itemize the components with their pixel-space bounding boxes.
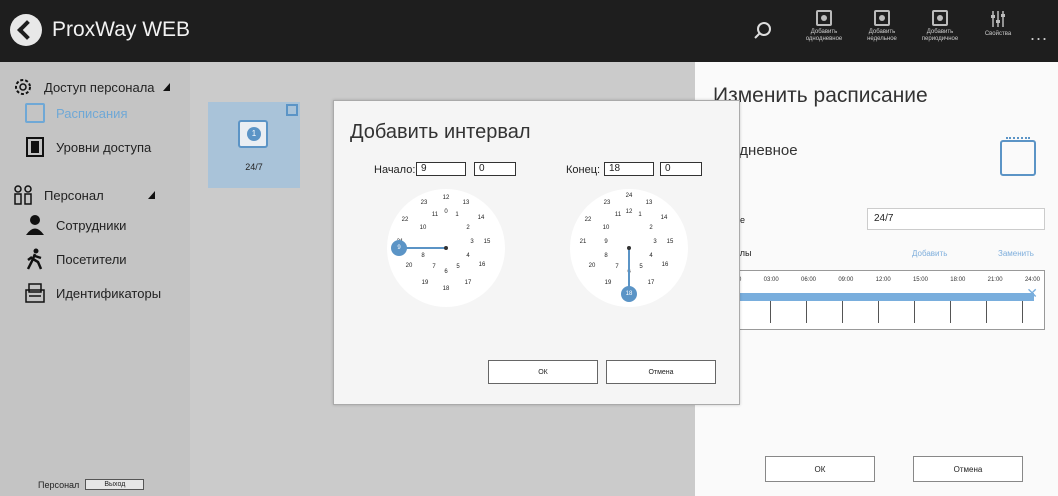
end-hour-input[interactable]: 18 bbox=[604, 162, 654, 176]
replace-interval-link[interactable]: Заменить bbox=[998, 249, 1034, 258]
end-hour-clock[interactable]: 24 13 14 15 16 17 19 20 21 22 23 12 1 2 … bbox=[570, 189, 688, 307]
selected-hour[interactable]: 18 bbox=[621, 286, 637, 302]
calendar-icon: 1 bbox=[238, 120, 268, 148]
add-interval-dialog: Добавить интервал Начало: 9 0 Конец: 18 … bbox=[333, 100, 740, 405]
selected-hour[interactable]: 9 bbox=[391, 240, 407, 256]
timeline-ticks: 0 03:00 06:00 09:00 12:00 15:00 18:00 21… bbox=[738, 277, 1040, 283]
interval-bar[interactable] bbox=[734, 293, 1034, 301]
sidebar-item-access-levels[interactable]: Уровни доступа bbox=[24, 136, 151, 158]
dialog-ok-button[interactable]: ОК bbox=[488, 360, 598, 384]
card-reader-icon bbox=[25, 283, 45, 303]
timeline-tick bbox=[914, 301, 915, 323]
end-label: Конец: bbox=[566, 164, 601, 176]
start-hour-input[interactable]: 9 bbox=[416, 162, 466, 176]
timeline-tick bbox=[986, 301, 987, 323]
timeline-tick bbox=[878, 301, 879, 323]
properties-button[interactable]: Свойства bbox=[972, 10, 1024, 54]
sidebar-footer: Персонал Выход bbox=[38, 479, 145, 490]
timeline-tick bbox=[806, 301, 807, 323]
tile-checkbox[interactable] bbox=[286, 104, 298, 116]
schedule-icon bbox=[874, 10, 890, 26]
panel-title: Изменить расписание bbox=[713, 84, 928, 107]
logout-button[interactable]: Выход bbox=[85, 479, 145, 490]
people-icon bbox=[14, 185, 32, 205]
current-section-label: Персонал bbox=[38, 479, 80, 490]
schedule-icon bbox=[816, 10, 832, 26]
calendar-icon bbox=[1000, 137, 1036, 176]
timeline-tick bbox=[950, 301, 951, 323]
dialog-title: Добавить интервал bbox=[350, 121, 531, 143]
schedule-icon bbox=[932, 10, 948, 26]
sidebar-group-access[interactable]: Доступ персонала bbox=[12, 76, 170, 98]
dialog-cancel-button[interactable]: Отмена bbox=[606, 360, 716, 384]
start-label: Начало: bbox=[374, 164, 416, 176]
end-minute-input[interactable]: 0 bbox=[660, 162, 702, 176]
app-title: ProxWay WEB bbox=[52, 18, 191, 41]
more-menu-button[interactable]: ... bbox=[1030, 24, 1048, 45]
add-daily-button[interactable]: Добавить однодневное bbox=[798, 10, 850, 54]
top-bar: ProxWay WEB Добавить однодневное Добавит… bbox=[0, 0, 1058, 62]
panel-cancel-button[interactable]: Отмена bbox=[913, 456, 1023, 482]
start-minute-input[interactable]: 0 bbox=[474, 162, 516, 176]
back-arrow-icon[interactable] bbox=[10, 14, 42, 46]
clock-hand bbox=[628, 248, 630, 288]
sidebar: Доступ персонала Расписания Уровни досту… bbox=[0, 62, 190, 496]
panel-ok-button[interactable]: ОК bbox=[765, 456, 875, 482]
intervals-timeline[interactable]: 0 03:00 06:00 09:00 12:00 15:00 18:00 21… bbox=[733, 270, 1045, 330]
app-logo[interactable]: ProxWay WEB bbox=[10, 14, 190, 46]
sidebar-item-schedules[interactable]: Расписания bbox=[24, 102, 127, 124]
sidebar-item-identifiers[interactable]: Идентификаторы bbox=[24, 282, 161, 304]
name-input[interactable]: 24/7 bbox=[867, 208, 1045, 230]
start-hour-clock[interactable]: 12 13 14 15 16 17 18 19 20 21 22 23 0 1 … bbox=[387, 189, 505, 307]
gear-icon bbox=[15, 79, 31, 95]
collapse-triangle-icon[interactable] bbox=[162, 83, 170, 91]
employee-icon bbox=[26, 215, 44, 235]
clock-center bbox=[627, 246, 631, 250]
calendar-icon bbox=[24, 102, 46, 124]
sidebar-item-employees[interactable]: Сотрудники bbox=[24, 214, 126, 236]
sliders-icon bbox=[991, 11, 1005, 27]
clock-hand bbox=[405, 247, 446, 249]
sidebar-item-visitors[interactable]: Посетители bbox=[24, 248, 127, 270]
search-icon[interactable] bbox=[752, 20, 774, 42]
walking-person-icon bbox=[26, 248, 43, 270]
collapse-triangle-icon[interactable] bbox=[147, 191, 155, 199]
edit-schedule-panel: Изменить расписание нодневное ание 24/7 … bbox=[695, 62, 1058, 496]
door-icon bbox=[26, 137, 44, 157]
timeline-tick bbox=[842, 301, 843, 323]
timeline-tick bbox=[770, 301, 771, 323]
schedule-tile-label: 24/7 bbox=[245, 162, 263, 172]
close-icon[interactable]: ✕ bbox=[1026, 285, 1038, 302]
sidebar-group-personnel[interactable]: Персонал bbox=[12, 184, 155, 206]
add-periodic-button[interactable]: Добавить периодичное bbox=[914, 10, 966, 54]
clock-center bbox=[444, 246, 448, 250]
add-weekly-button[interactable]: Добавить недельное bbox=[856, 10, 908, 54]
add-interval-link[interactable]: Добавить bbox=[912, 249, 947, 258]
timeline-tick bbox=[1022, 301, 1023, 323]
